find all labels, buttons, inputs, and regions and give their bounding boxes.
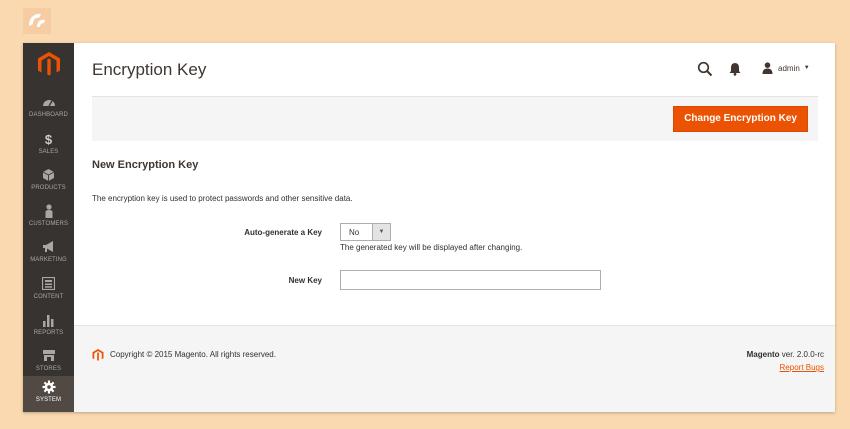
chevron-down-icon: ▼ xyxy=(372,224,390,240)
new-key-input[interactable] xyxy=(340,270,601,290)
version-text: Magento ver. 2.0.0-rc xyxy=(747,350,824,359)
sidebar-item-system[interactable]: System xyxy=(23,376,74,412)
copyright-text: Copyright © 2015 Magento. All rights res… xyxy=(110,350,276,359)
user-icon xyxy=(762,62,773,74)
megaphone-icon xyxy=(23,240,74,257)
sidebar-item-marketing[interactable]: Marketing xyxy=(23,236,74,272)
sidebar-item-label: Stores xyxy=(35,366,62,372)
sidebar-item-label: Content xyxy=(33,294,64,300)
dollar-icon: $ xyxy=(44,132,53,147)
admin-user-menu[interactable]: admin ▼ xyxy=(762,60,810,76)
sidebar-item-label: Reports xyxy=(33,330,64,336)
storefront-icon xyxy=(23,349,74,366)
sidebar-item-label: Products xyxy=(31,185,66,191)
fieldset-description: The encryption key is used to protect pa… xyxy=(92,194,353,203)
report-bugs-link[interactable]: Report Bugs xyxy=(780,363,824,372)
admin-username: admin xyxy=(778,63,800,73)
auto-generate-label: Auto-generate a Key xyxy=(244,228,322,237)
page-actions-bar: Change Encryption Key xyxy=(92,96,818,141)
sidebar-item-label: Sales xyxy=(38,149,59,155)
site-logo-icon xyxy=(23,8,51,34)
page-title: Encryption Key xyxy=(92,60,207,79)
cube-icon xyxy=(23,168,74,185)
admin-sidebar: Dashboard $ Sales Products Customers Mar… xyxy=(23,43,74,412)
notifications-bell-icon[interactable] xyxy=(729,62,741,76)
sidebar-item-label: Customers xyxy=(28,221,69,227)
fieldset-title: New Encryption Key xyxy=(92,159,199,171)
chevron-down-icon: ▼ xyxy=(803,65,810,71)
sidebar-item-products[interactable]: Products xyxy=(23,164,74,200)
page-footer: Copyright © 2015 Magento. All rights res… xyxy=(74,325,835,412)
change-encryption-key-button[interactable]: Change Encryption Key xyxy=(673,106,808,132)
dashboard-icon xyxy=(23,95,74,112)
sidebar-item-label: System xyxy=(35,397,62,403)
brand-name: Magento xyxy=(746,350,780,359)
sidebar-item-customers[interactable]: Customers xyxy=(23,200,74,236)
sidebar-item-content[interactable]: Content xyxy=(23,273,74,309)
auto-generate-select[interactable]: No ▼ xyxy=(340,223,391,241)
sidebar-item-dashboard[interactable]: Dashboard xyxy=(23,91,74,127)
person-icon xyxy=(23,204,74,221)
auto-generate-value: No xyxy=(349,228,360,237)
sidebar-item-label: Marketing xyxy=(30,257,67,263)
sidebar-item-sales[interactable]: $ Sales xyxy=(23,128,74,164)
new-key-label: New Key xyxy=(288,276,322,285)
content-grid-icon xyxy=(23,276,74,294)
magento-logo-icon xyxy=(92,349,104,361)
version-number: ver. 2.0.0-rc xyxy=(781,350,824,359)
bar-chart-icon xyxy=(23,313,74,330)
magento-logo-icon[interactable] xyxy=(37,51,61,77)
sidebar-item-label: Dashboard xyxy=(29,112,68,118)
auto-generate-note: The generated key will be displayed afte… xyxy=(340,243,523,252)
gear-icon xyxy=(23,380,74,397)
search-icon[interactable] xyxy=(697,61,713,77)
admin-window: Dashboard $ Sales Products Customers Mar… xyxy=(23,43,835,412)
sidebar-item-reports[interactable]: Reports xyxy=(23,309,74,345)
